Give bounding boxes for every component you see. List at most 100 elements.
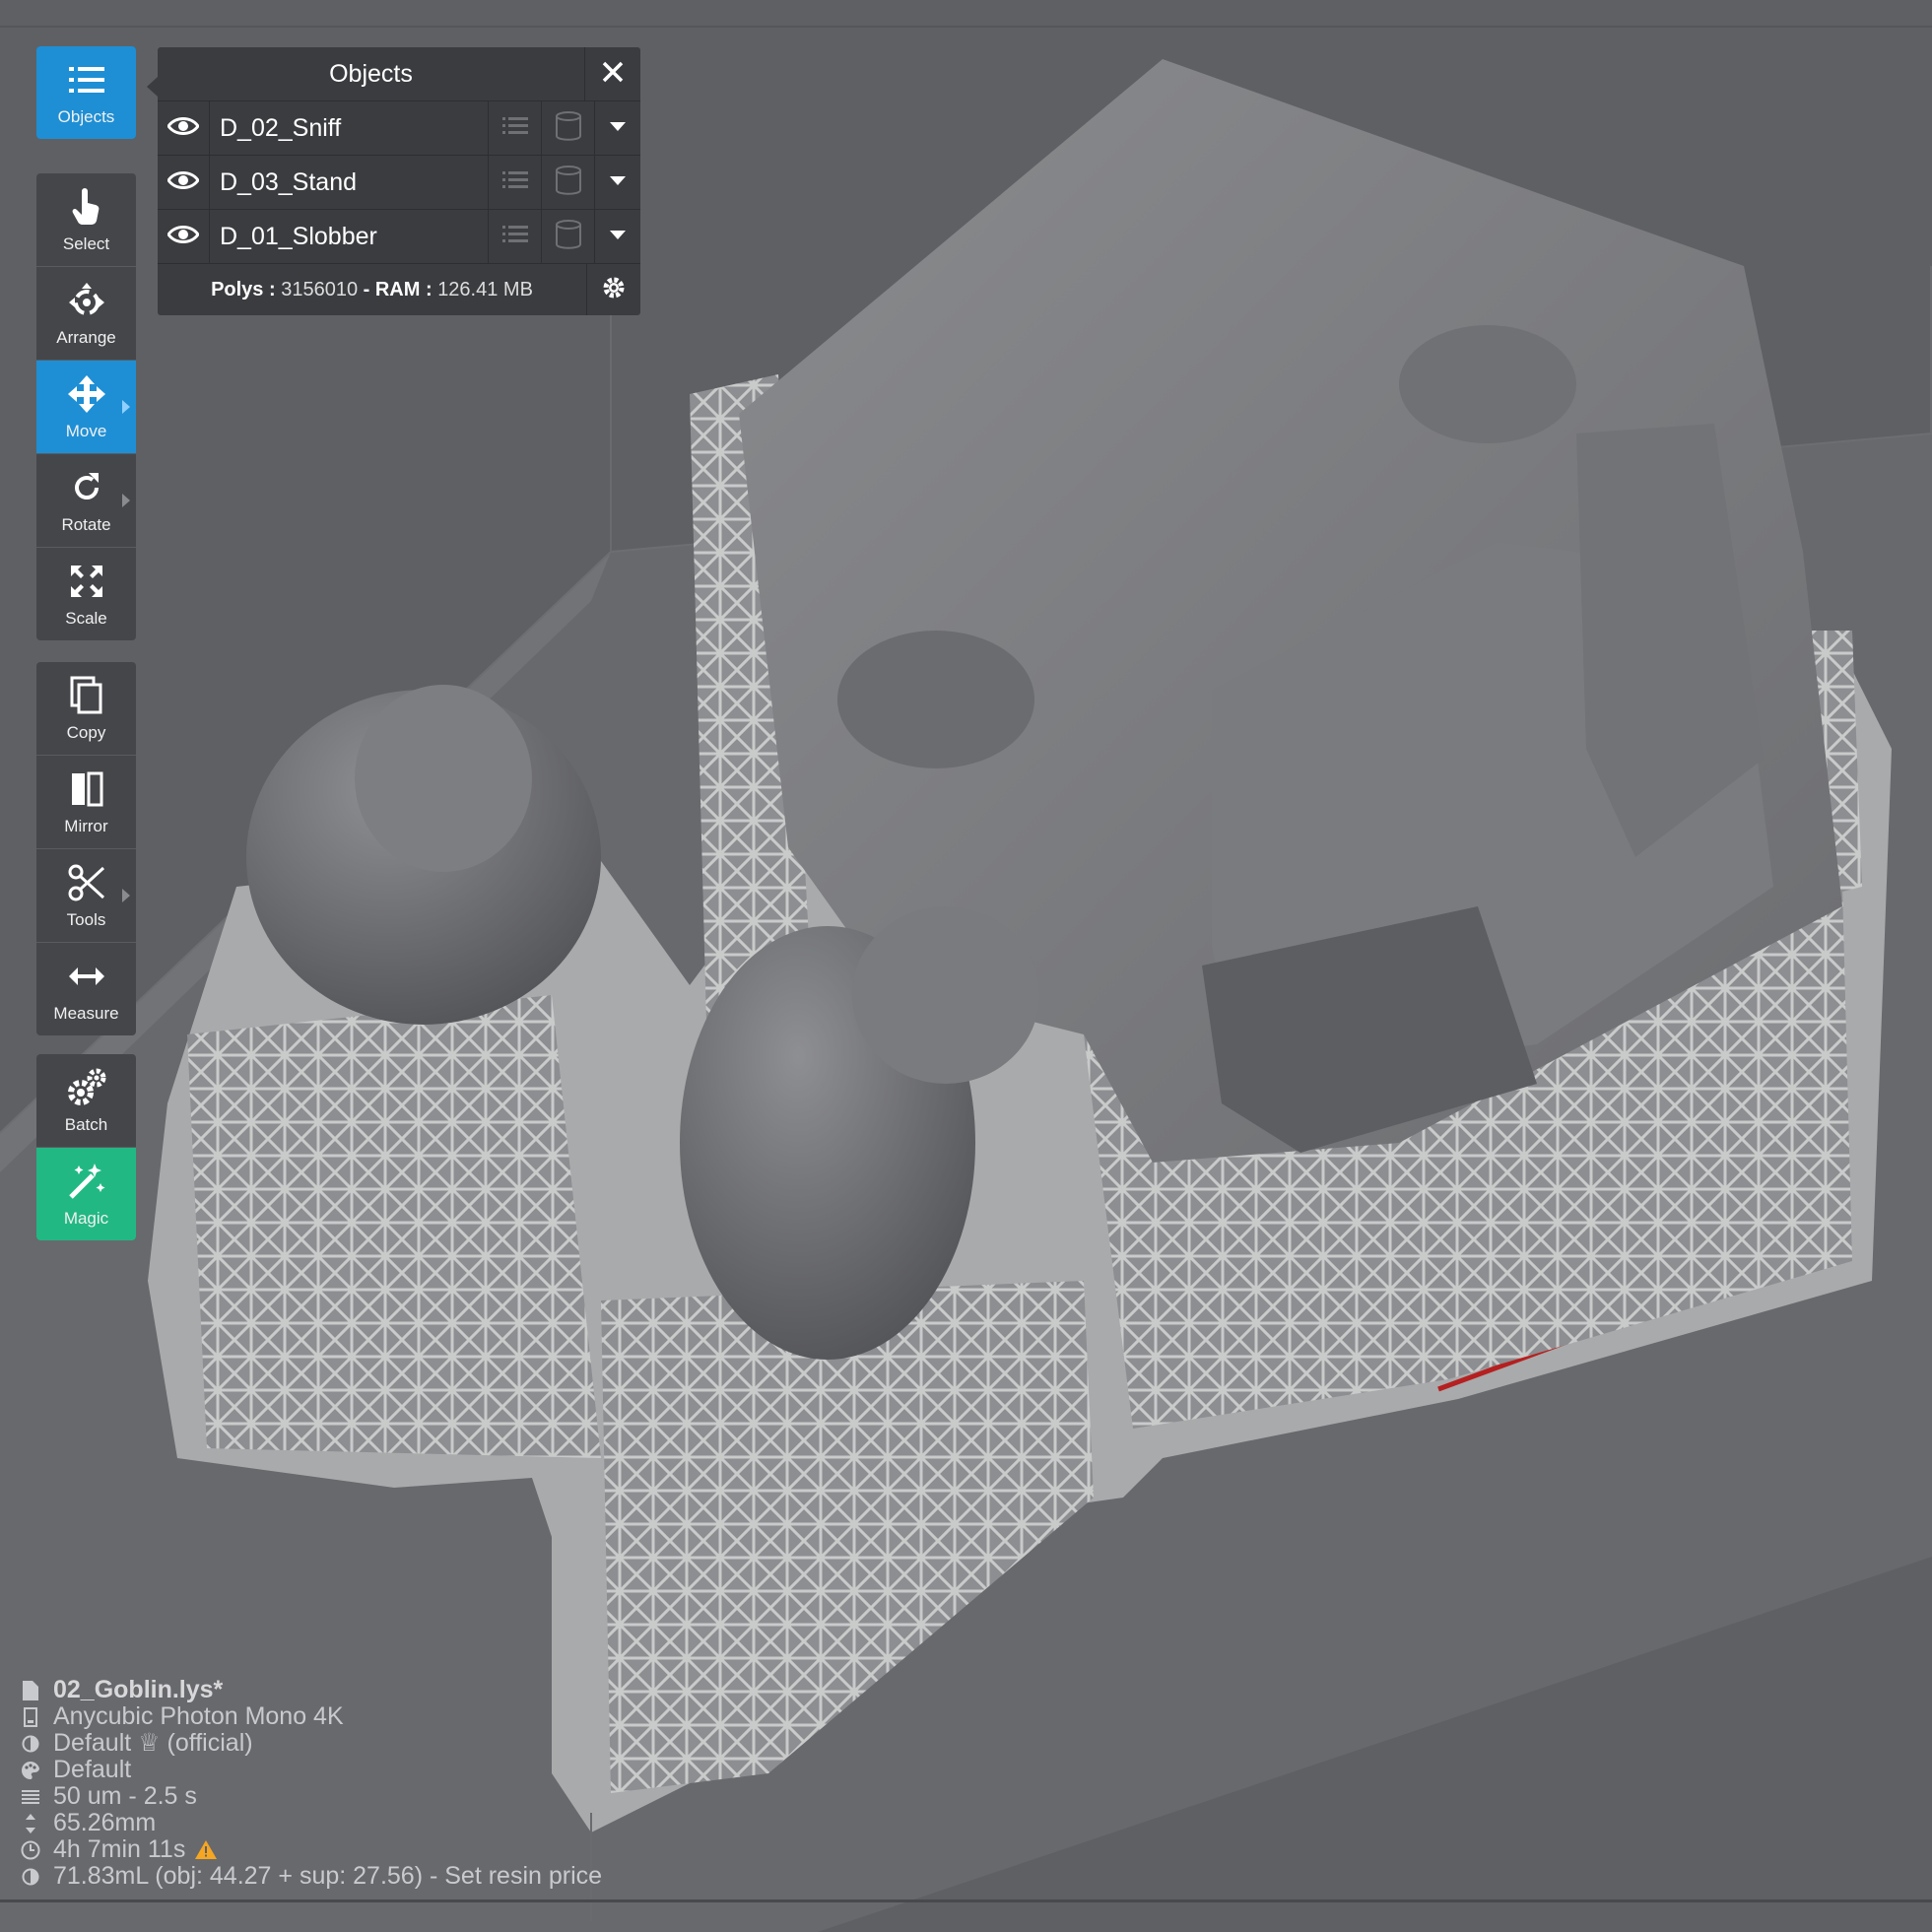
scissors-icon [65, 861, 108, 904]
gears-icon [65, 1066, 108, 1109]
submenu-arrow-icon[interactable] [122, 400, 130, 414]
object-row[interactable]: D_01_Slobber [158, 210, 640, 264]
tools-button[interactable]: Tools [36, 849, 136, 943]
settings-button[interactable] [587, 264, 640, 315]
magic-wand-icon [65, 1160, 108, 1203]
cylinder-icon [555, 110, 582, 147]
toolbar-edit-group: Copy Mirror Tools Measure [36, 662, 136, 1035]
object-row[interactable]: D_03_Stand [158, 156, 640, 210]
info-layers: 50 um - 2.5 s [20, 1783, 602, 1810]
layer-settings: 50 um - 2.5 s [53, 1782, 197, 1810]
move-arrows-icon [65, 372, 108, 416]
object-supports-button[interactable] [542, 210, 595, 263]
mirror-label: Mirror [64, 817, 108, 835]
objects-panel-header: Objects [158, 47, 640, 101]
bottom-border [0, 1899, 1932, 1902]
resin-drop-icon [20, 1733, 41, 1755]
list-icon [65, 58, 108, 101]
submenu-arrow-icon[interactable] [122, 494, 130, 507]
rotate-button[interactable]: Rotate [36, 454, 136, 548]
object-name[interactable]: D_01_Slobber [210, 210, 489, 263]
arrange-label: Arrange [56, 328, 116, 347]
submenu-arrow-icon[interactable] [122, 889, 130, 902]
gear-icon [601, 275, 627, 305]
objects-label: Objects [57, 107, 115, 126]
rotate-label: Rotate [61, 515, 111, 534]
list-icon [501, 224, 528, 250]
copy-icon [65, 674, 108, 717]
resin-volume[interactable]: 71.83mL (obj: 44.27 + sup: 27.56) - Set … [53, 1863, 602, 1890]
object-row[interactable]: D_02_Sniff [158, 101, 640, 156]
magic-label: Magic [63, 1209, 109, 1228]
info-file: 02_Goblin.lys* [20, 1677, 602, 1703]
object-menu-dropdown[interactable] [595, 156, 640, 209]
warning-icon[interactable] [195, 1840, 218, 1859]
toolbar-transform-group: Select Arrange Move Rotate Scale [36, 173, 136, 640]
toolbar-objects-group: Objects [36, 46, 136, 139]
close-icon [601, 60, 625, 89]
batch-button[interactable]: Batch [36, 1054, 136, 1148]
visibility-toggle[interactable] [158, 101, 210, 155]
mirror-button[interactable]: Mirror [36, 756, 136, 849]
eye-icon [167, 170, 200, 195]
arrange-icon [65, 279, 108, 322]
list-icon [501, 169, 528, 196]
objects-panel-title: Objects [329, 60, 413, 88]
measure-icon [65, 955, 108, 998]
palette-icon [20, 1760, 41, 1781]
copy-label: Copy [66, 723, 106, 742]
object-supports-button[interactable] [542, 156, 595, 209]
magic-button[interactable]: Magic [36, 1148, 136, 1240]
object-menu-dropdown[interactable] [595, 101, 640, 155]
height-icon [20, 1813, 41, 1834]
info-resin: Default ♕ (official) [20, 1730, 602, 1757]
polys-label: Polys : [211, 279, 276, 300]
mirror-icon [65, 767, 108, 811]
copy-button[interactable]: Copy [36, 662, 136, 756]
measure-label: Measure [53, 1004, 119, 1023]
file-icon [20, 1680, 41, 1701]
visibility-toggle[interactable] [158, 210, 210, 263]
tools-label: Tools [66, 910, 106, 929]
move-label: Move [65, 422, 107, 440]
pointer-hand-icon [65, 185, 108, 229]
arrange-button[interactable]: Arrange [36, 267, 136, 361]
top-border [0, 26, 1932, 28]
batch-label: Batch [64, 1115, 108, 1134]
print-height: 65.26mm [53, 1809, 157, 1836]
info-height: 65.26mm [20, 1810, 602, 1836]
printer-icon [20, 1706, 41, 1728]
scale-label: Scale [65, 609, 107, 628]
object-list-button[interactable] [489, 101, 542, 155]
move-button[interactable]: Move [36, 361, 136, 454]
polys-value: 3156010 [281, 279, 359, 300]
objects-button[interactable]: Objects [36, 46, 136, 139]
object-name[interactable]: D_02_Sniff [210, 101, 489, 155]
layers-icon [20, 1786, 41, 1808]
objects-panel-footer: Polys : 3156010 - RAM : 126.41 MB [158, 264, 640, 315]
print-time: 4h 7min 11s [53, 1835, 186, 1863]
measure-button[interactable]: Measure [36, 943, 136, 1035]
printer-name[interactable]: Anycubic Photon Mono 4K [53, 1703, 344, 1730]
object-list-button[interactable] [489, 210, 542, 263]
object-name[interactable]: D_03_Stand [210, 156, 489, 209]
select-label: Select [62, 234, 110, 253]
ram-label: - RAM : [363, 279, 433, 300]
panel-pointer [147, 77, 158, 97]
cylinder-icon [555, 165, 582, 201]
select-button[interactable]: Select [36, 173, 136, 267]
object-menu-dropdown[interactable] [595, 210, 640, 263]
support-lattice [187, 995, 601, 1458]
chevron-down-icon [610, 173, 626, 191]
close-button[interactable] [584, 47, 640, 100]
visibility-toggle[interactable] [158, 156, 210, 209]
file-name[interactable]: 02_Goblin.lys* [53, 1677, 223, 1703]
chevron-down-icon [610, 228, 626, 245]
object-supports-button[interactable] [542, 101, 595, 155]
resin-profile[interactable]: Default ♕ (official) [53, 1730, 253, 1757]
scale-button[interactable]: Scale [36, 548, 136, 640]
info-time: 4h 7min 11s [20, 1836, 602, 1863]
object-list-button[interactable] [489, 156, 542, 209]
toolbar-batch-group: Batch Magic [36, 1054, 136, 1240]
material-name[interactable]: Default [53, 1757, 131, 1783]
